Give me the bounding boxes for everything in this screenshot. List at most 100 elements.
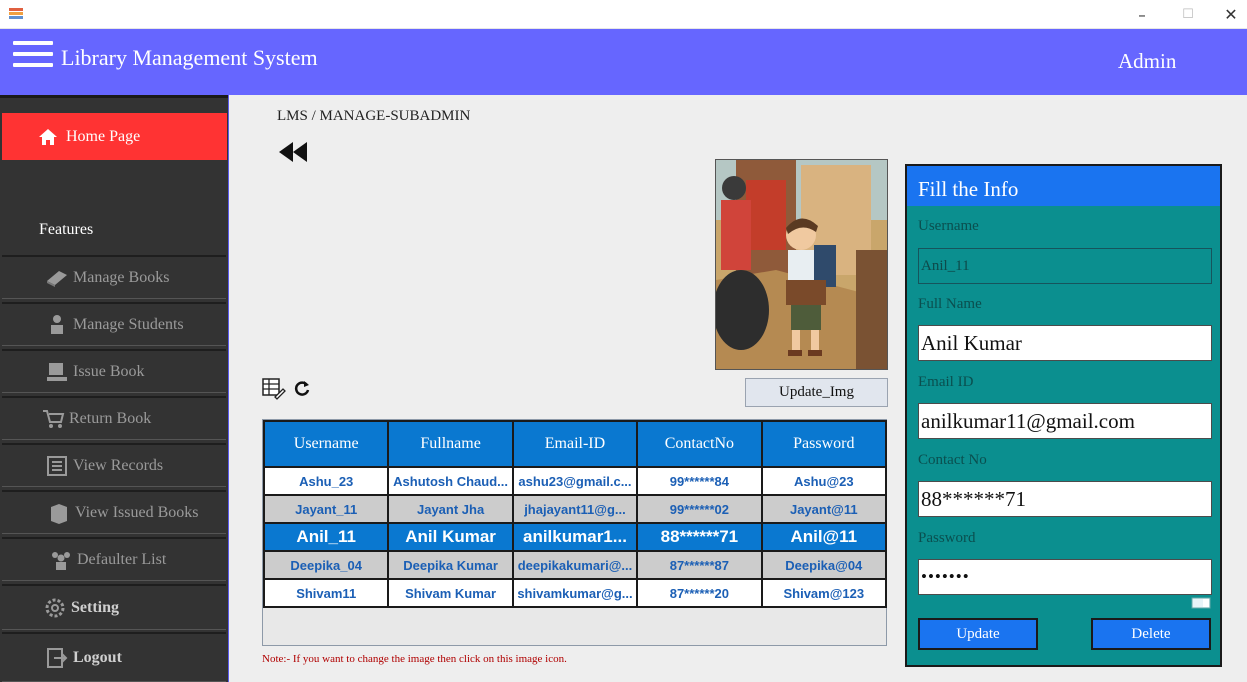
table-cell[interactable]: Deepika@04 xyxy=(760,550,888,580)
sidebar-item-label: Manage Students xyxy=(73,315,184,333)
table-header-row: Username Fullname Email-ID ContactNo Pas… xyxy=(262,420,888,468)
table-cell[interactable]: Deepika Kumar xyxy=(387,550,514,580)
table-cell[interactable]: Jayant Jha xyxy=(387,494,514,524)
table-row[interactable]: Jayant_11 Jayant Jha jhajayant11@g... 99… xyxy=(262,494,888,524)
password-label: Password xyxy=(918,530,976,546)
email-label: Email ID xyxy=(918,374,974,390)
sidebar: Home Page Features Manage Books Manage S… xyxy=(0,95,228,682)
delete-button[interactable]: Delete xyxy=(1091,618,1211,650)
home-icon xyxy=(39,128,57,145)
sidebar-item-label: Defaulter List xyxy=(77,550,167,568)
table-cell[interactable]: Ashu_23 xyxy=(262,466,390,496)
sidebar-item-label: Setting xyxy=(71,598,119,616)
table-cell[interactable]: 88******71 xyxy=(636,522,763,552)
table-cell[interactable]: anilkumar1... xyxy=(511,522,639,552)
table-cell[interactable]: shivamkumar@g... xyxy=(511,578,639,608)
return-icon xyxy=(40,407,66,431)
table-edit-icon[interactable] xyxy=(262,378,286,400)
email-field[interactable]: anilkumar11@gmail.com xyxy=(918,403,1212,439)
sidebar-item-label: Home Page xyxy=(66,127,141,145)
sidebar-item-issue-book[interactable]: Issue Book xyxy=(2,349,226,393)
table-cell[interactable]: Shivam@123 xyxy=(760,578,888,608)
table-cell[interactable]: Deepika_04 xyxy=(262,550,390,580)
show-password-icon[interactable] xyxy=(1191,597,1211,609)
main-content: LMS / MANAGE-SUBADMIN Update_Img Usernam… xyxy=(228,95,1247,682)
update-img-button[interactable]: Update_Img xyxy=(745,378,888,407)
admin-label[interactable]: Admin xyxy=(1118,49,1176,74)
table-cell[interactable]: jhajayant11@g... xyxy=(511,494,639,524)
book-icon xyxy=(44,266,70,290)
table-row[interactable]: Shivam11 Shivam Kumar shivamkumar@g... 8… xyxy=(262,578,888,608)
table-row-selected[interactable]: Anil_11 Anil Kumar anilkumar1... 88*****… xyxy=(262,522,888,552)
student-icon xyxy=(44,313,70,337)
sidebar-item-label: Manage Books xyxy=(73,268,170,286)
table-toolbar xyxy=(262,378,312,400)
subadmin-table: Username Fullname Email-ID ContactNo Pas… xyxy=(262,419,888,646)
table-cell[interactable]: 99******84 xyxy=(636,466,763,496)
table-cell[interactable]: Anil Kumar xyxy=(387,522,514,552)
app-header: Library Management System Admin xyxy=(0,29,1247,95)
logout-icon xyxy=(44,646,70,670)
sidebar-item-label: View Records xyxy=(73,456,164,474)
fullname-label: Full Name xyxy=(918,296,982,312)
rewind-back-icon[interactable] xyxy=(277,140,309,164)
table-row[interactable]: Ashu_23 Ashutosh Chaud... ashu23@gmail.c… xyxy=(262,466,888,496)
table-cell[interactable]: 99******02 xyxy=(636,494,763,524)
app-icon xyxy=(9,8,23,19)
sidebar-item-manage-students[interactable]: Manage Students xyxy=(2,302,226,346)
features-heading: Features xyxy=(39,221,94,238)
table-cell[interactable]: Ashu@23 xyxy=(760,466,888,496)
sidebar-item-manage-books[interactable]: Manage Books xyxy=(2,255,226,299)
sidebar-item-label: Return Book xyxy=(69,409,152,427)
subadmin-photo[interactable] xyxy=(715,159,888,370)
table-row[interactable]: Deepika_04 Deepika Kumar deepikakumari@.… xyxy=(262,550,888,580)
table-cell[interactable]: 87******20 xyxy=(636,578,763,608)
table-cell[interactable]: Anil_11 xyxy=(262,522,390,552)
window-titlebar: – ☐ ✕ xyxy=(0,0,1247,29)
hamburger-menu-icon[interactable] xyxy=(13,41,53,71)
table-cell[interactable]: Ashutosh Chaud... xyxy=(387,466,514,496)
table-cell[interactable]: deepikakumari@... xyxy=(511,550,639,580)
table-cell[interactable]: Jayant@11 xyxy=(760,494,888,524)
breadcrumb: LMS / MANAGE-SUBADMIN xyxy=(277,108,471,124)
info-form: Fill the Info Username Anil_11 Full Name… xyxy=(905,164,1222,667)
table-cell[interactable]: Anil@11 xyxy=(760,522,888,552)
sidebar-item-logout[interactable]: Logout xyxy=(2,632,226,682)
contact-label: Contact No xyxy=(918,452,987,468)
sidebar-item-label: Issue Book xyxy=(73,362,145,380)
username-label: Username xyxy=(918,218,979,234)
column-header[interactable]: Password xyxy=(760,420,888,468)
form-heading: Fill the Info xyxy=(907,166,1220,206)
issue-icon xyxy=(44,360,70,384)
column-header[interactable]: Username xyxy=(262,420,390,468)
column-header[interactable]: Fullname xyxy=(387,420,514,468)
table-cell[interactable]: Shivam11 xyxy=(262,578,390,608)
minimize-button[interactable]: – xyxy=(1119,0,1165,29)
close-button[interactable]: ✕ xyxy=(1208,0,1247,29)
sidebar-item-return-book[interactable]: Return Book xyxy=(2,396,226,440)
password-field[interactable]: ••••••• xyxy=(918,559,1212,595)
table-cell[interactable]: Jayant_11 xyxy=(262,494,390,524)
column-header[interactable]: ContactNo xyxy=(636,420,763,468)
sidebar-item-setting[interactable]: Setting xyxy=(2,584,226,630)
refresh-icon[interactable] xyxy=(292,379,312,399)
table-cell[interactable]: Shivam Kumar xyxy=(387,578,514,608)
image-note: Note:- If you want to change the image t… xyxy=(262,653,567,665)
fullname-field[interactable]: Anil Kumar xyxy=(918,325,1212,361)
sidebar-item-view-issued-books[interactable]: View Issued Books xyxy=(2,490,226,534)
sidebar-item-label: View Issued Books xyxy=(75,503,199,521)
contact-field[interactable]: 88******71 xyxy=(918,481,1212,517)
maximize-button[interactable]: ☐ xyxy=(1165,0,1211,29)
sidebar-item-label: Logout xyxy=(73,648,122,666)
sidebar-item-view-records[interactable]: View Records xyxy=(2,443,226,487)
table-cell[interactable]: 87******87 xyxy=(636,550,763,580)
column-header[interactable]: Email-ID xyxy=(511,420,639,468)
gear-icon xyxy=(42,596,68,620)
app-title: Library Management System xyxy=(61,45,318,70)
username-field[interactable]: Anil_11 xyxy=(918,248,1212,284)
table-cell[interactable]: ashu23@gmail.c... xyxy=(511,466,639,496)
sidebar-item-defaulter-list[interactable]: Defaulter List xyxy=(2,537,226,581)
sidebar-item-home[interactable]: Home Page xyxy=(2,113,227,160)
records-icon xyxy=(44,454,70,478)
update-button[interactable]: Update xyxy=(918,618,1038,650)
